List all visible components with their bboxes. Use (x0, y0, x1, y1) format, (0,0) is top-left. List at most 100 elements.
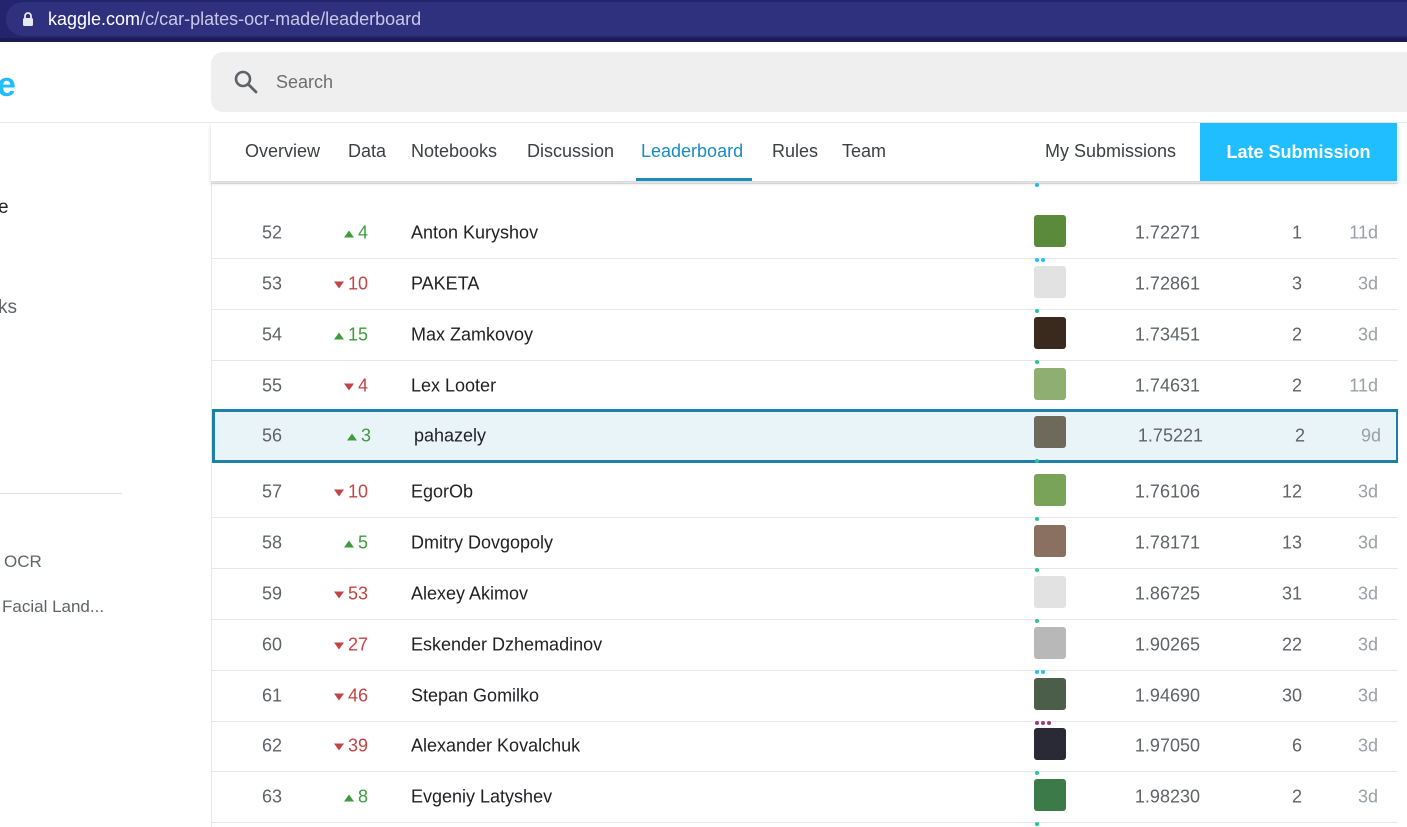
late-submission-button[interactable]: Late Submission (1200, 123, 1397, 181)
last-submission-cell: 3d (1357, 786, 1378, 807)
entries-cell: 6 (1291, 735, 1302, 756)
team-name-link[interactable]: PAKETA (411, 274, 479, 295)
table-row[interactable]: 61 46 Stepan Gomilko 1.94690 30 3d (212, 671, 1398, 725)
tab-leaderboard[interactable]: Leaderboard (641, 141, 743, 162)
rank-cell: 52 (262, 222, 283, 243)
team-name-link[interactable]: Evgeniy Latyshev (411, 787, 552, 808)
rank-cell: 53 (262, 273, 283, 294)
sidebar-recent-item[interactable]: Facial Land... (2, 597, 104, 617)
team-name-link[interactable]: Stepan Gomilko (411, 686, 539, 707)
my-submissions-link[interactable]: My Submissions (1045, 141, 1176, 162)
last-submission-cell: 11d (1349, 375, 1378, 396)
leaderboard-table: 5120DataSatanist1.71976173d524Anton Kury… (211, 158, 1398, 827)
arrow-up-icon (333, 332, 344, 340)
tab-discussion[interactable]: Discussion (527, 141, 614, 162)
team-name-link[interactable]: Anton Kuryshov (411, 223, 538, 244)
last-submission-cell: 11d (1349, 222, 1378, 243)
tier-indicator (1035, 450, 1041, 468)
rank-change-cell: 8 (330, 787, 368, 808)
table-row-current-user[interactable]: 56 3 pahazely 1.75221 2 9d (212, 409, 1398, 463)
url-text[interactable]: kaggle.com/c/car-plates-ocr-made/leaderb… (48, 9, 421, 30)
table-row[interactable]: 60 27 Eskender Dzhemadinov 1.90265 22 3d (212, 620, 1398, 674)
tab-notebooks[interactable]: Notebooks (411, 141, 497, 162)
search-bar[interactable]: Search (211, 52, 1407, 112)
team-member-avatar[interactable] (1034, 779, 1066, 811)
team-member-avatar[interactable] (1034, 317, 1066, 349)
browser-url-bar[interactable]: kaggle.com/c/car-plates-ocr-made/leaderb… (0, 0, 1407, 38)
rank-cell: 59 (262, 583, 283, 604)
rank-change-value: 46 (347, 685, 368, 706)
sidebar-item-notebooks[interactable]: ks (0, 297, 17, 319)
team-member-avatar[interactable] (1034, 215, 1066, 247)
last-submission-cell: 3d (1357, 735, 1378, 756)
rank-change-cell: 27 (330, 635, 368, 656)
team-member-avatar[interactable] (1034, 368, 1066, 400)
team-member-avatar[interactable] (1034, 266, 1066, 298)
entries-cell: 22 (1281, 634, 1302, 655)
table-row[interactable]: 62 39 Alexander Kovalchuk 1.97050 6 3d (212, 721, 1398, 775)
team-name-link[interactable]: Lex Looter (411, 376, 496, 397)
table-row[interactable]: 59 53 Alexey Akimov 1.86725 31 3d (212, 569, 1398, 623)
rank-change-cell: 39 (330, 736, 368, 757)
team-name-link[interactable]: Dmitry Dovgopoly (411, 533, 553, 554)
score-cell: 1.90265 (1134, 634, 1200, 655)
team-name-link[interactable]: EgorOb (411, 482, 473, 503)
last-submission-cell: 3d (1357, 532, 1378, 553)
arrow-up-icon (343, 794, 354, 802)
team-member-avatar[interactable] (1034, 525, 1066, 557)
rank-change-value: 4 (357, 222, 368, 243)
tab-team[interactable]: Team (842, 141, 886, 162)
score-cell: 1.73451 (1134, 324, 1200, 345)
arrow-up-icon (343, 230, 354, 238)
tab-rules[interactable]: Rules (772, 141, 818, 162)
rank-change-value: 5 (357, 532, 368, 553)
team-name-link[interactable]: Alexander Kovalchuk (411, 736, 580, 757)
search-input[interactable]: Search (276, 72, 333, 93)
rank-change-cell: 5 (330, 533, 368, 554)
team-member-avatar[interactable] (1034, 678, 1066, 710)
entries-cell: 2 (1291, 375, 1302, 396)
entries-cell: 13 (1281, 532, 1302, 553)
rank-change-cell: 10 (330, 482, 368, 503)
table-row[interactable]: 55 4 Lex Looter 1.74631 2 11d (212, 361, 1398, 415)
tab-data[interactable]: Data (348, 141, 386, 162)
team-member-avatar[interactable] (1034, 627, 1066, 659)
arrow-down-icon (333, 642, 344, 650)
last-submission-cell: 3d (1357, 481, 1378, 502)
team-member-avatar[interactable] (1034, 416, 1066, 448)
tab-overview[interactable]: Overview (245, 141, 320, 162)
arrow-down-icon (333, 489, 344, 497)
sidebar-recent-item[interactable]: OCR (4, 552, 42, 572)
rank-cell: 60 (262, 634, 283, 655)
score-cell: 1.76106 (1134, 481, 1200, 502)
table-row[interactable]: 58 5 Dmitry Dovgopoly 1.78171 13 3d (212, 518, 1398, 572)
kaggle-logo[interactable]: e (0, 66, 16, 105)
table-row[interactable]: 52 4 Anton Kuryshov 1.72271 1 11d (212, 208, 1398, 262)
table-row[interactable]: 57 10 EgorOb 1.76106 12 3d (212, 467, 1398, 521)
team-name-link[interactable]: Alexey Akimov (411, 584, 528, 605)
arrow-down-icon (343, 383, 354, 391)
table-row[interactable]: 53 10 PAKETA 1.72861 3 3d (212, 259, 1398, 313)
rank-cell: 58 (262, 532, 283, 553)
score-cell: 1.94690 (1134, 685, 1200, 706)
score-cell: 1.78171 (1134, 532, 1200, 553)
team-member-avatar[interactable] (1034, 576, 1066, 608)
table-row[interactable]: 54 15 Max Zamkovoy 1.73451 2 3d (212, 310, 1398, 364)
rank-change-cell: 3 (333, 426, 371, 447)
url-host: kaggle.com (48, 9, 141, 29)
team-name-link[interactable]: Max Zamkovoy (411, 325, 533, 346)
sidebar-item-home[interactable]: e (0, 197, 9, 219)
rank-cell: 63 (262, 786, 283, 807)
team-member-avatar[interactable] (1034, 474, 1066, 506)
team-name-link[interactable]: Eskender Dzhemadinov (411, 635, 602, 656)
competition-tabs: Overview Data Notebooks Discussion Leade… (211, 123, 1398, 181)
score-cell: 1.72271 (1134, 222, 1200, 243)
team-name-link[interactable]: pahazely (414, 426, 486, 447)
table-row[interactable]: 63 8 Evgeniy Latyshev 1.98230 2 3d (212, 772, 1398, 826)
entries-cell: 30 (1281, 685, 1302, 706)
team-member-avatar[interactable] (1034, 728, 1066, 760)
score-cell: 1.86725 (1134, 583, 1200, 604)
rank-change-cell: 10 (330, 274, 368, 295)
rank-change-cell: 15 (330, 325, 368, 346)
score-cell: 1.97050 (1134, 735, 1200, 756)
